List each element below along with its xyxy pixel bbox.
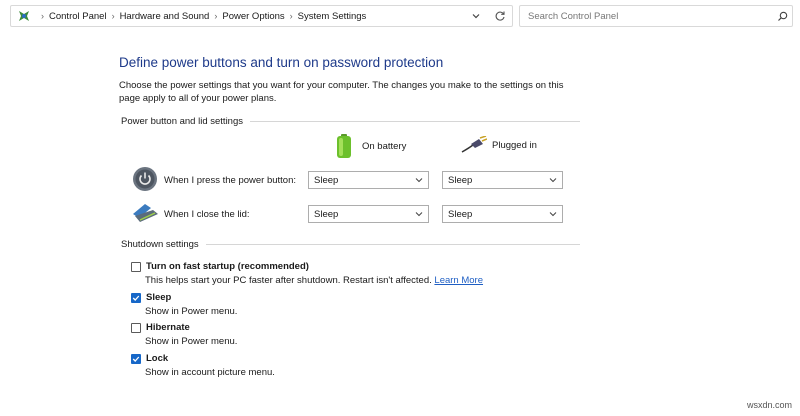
fast-startup-label: Turn on fast startup (recommended) — [146, 261, 309, 272]
group-divider — [250, 121, 580, 122]
chevron-down-icon — [415, 176, 423, 184]
laptop-lid-icon — [131, 200, 159, 226]
plug-icon — [461, 136, 487, 153]
refresh-icon — [495, 11, 505, 21]
chevron-down-icon — [415, 210, 423, 218]
power-button-plugged-value: Sleep — [448, 174, 473, 186]
breadcrumb-separator-icon: › — [214, 11, 218, 21]
breadcrumb-hardware-and-sound[interactable]: Hardware and Sound — [120, 11, 210, 22]
fast-startup-checkbox[interactable] — [131, 261, 141, 272]
breadcrumb-separator-icon: › — [289, 11, 293, 21]
control-panel-icon — [17, 9, 31, 23]
address-bar[interactable]: › Control Panel › Hardware and Sound › P… — [10, 5, 513, 27]
lid-battery-select[interactable]: Sleep — [308, 205, 429, 223]
sleep-description: Show in Power menu. — [145, 306, 238, 317]
checkmark-icon — [132, 295, 140, 301]
sleep-checkbox[interactable] — [131, 292, 141, 303]
hibernate-label: Hibernate — [146, 322, 190, 333]
power-settings-group-label: Power button and lid settings — [121, 116, 243, 127]
address-dropdown-button[interactable] — [464, 6, 488, 26]
group-divider — [206, 244, 580, 245]
lock-checkbox[interactable] — [131, 353, 141, 364]
chevron-down-icon — [549, 210, 557, 218]
fast-startup-desc-text: This helps start your PC faster after sh… — [145, 275, 432, 286]
power-button-icon — [132, 166, 158, 192]
refresh-button[interactable] — [488, 6, 512, 26]
power-button-plugged-select[interactable]: Sleep — [442, 171, 563, 189]
lid-plugged-select[interactable]: Sleep — [442, 205, 563, 223]
lock-option[interactable]: Lock — [131, 353, 168, 364]
shutdown-settings-group-label: Shutdown settings — [121, 239, 199, 250]
checkmark-icon — [132, 356, 140, 362]
fast-startup-description: This helps start your PC faster after sh… — [145, 275, 483, 286]
hibernate-checkbox[interactable] — [131, 322, 141, 333]
page-description: Choose the power settings that you want … — [119, 80, 564, 104]
watermark: wsxdn.com — [746, 400, 792, 410]
lid-plugged-value: Sleep — [448, 208, 473, 220]
plugged-in-label: Plugged in — [492, 139, 537, 151]
breadcrumb-separator-icon: › — [41, 11, 44, 21]
lock-label: Lock — [146, 353, 169, 364]
lid-row-label: When I close the lid: — [164, 209, 250, 220]
search-box[interactable] — [519, 5, 793, 27]
lock-description: Show in account picture menu. — [145, 367, 275, 378]
hibernate-option[interactable]: Hibernate — [131, 322, 190, 333]
search-input[interactable] — [526, 9, 772, 23]
sleep-option[interactable]: Sleep — [131, 292, 171, 303]
search-icon[interactable] — [772, 11, 792, 22]
chevron-down-icon — [472, 14, 480, 19]
breadcrumb-system-settings[interactable]: System Settings — [298, 11, 367, 22]
battery-icon — [337, 134, 351, 158]
power-button-battery-select[interactable]: Sleep — [308, 171, 429, 189]
on-battery-label: On battery — [362, 140, 407, 152]
chevron-down-icon — [549, 176, 557, 184]
breadcrumb-power-options[interactable]: Power Options — [222, 11, 284, 22]
breadcrumb-separator-icon: › — [111, 11, 115, 21]
lid-battery-value: Sleep — [314, 208, 339, 220]
learn-more-link[interactable]: Learn More — [434, 275, 483, 286]
column-plugged-in: Plugged in — [461, 136, 537, 154]
page-title: Define power buttons and turn on passwor… — [119, 55, 444, 70]
hibernate-description: Show in Power menu. — [145, 336, 238, 347]
fast-startup-option[interactable]: Turn on fast startup (recommended) — [131, 261, 309, 272]
power-button-battery-value: Sleep — [314, 174, 339, 186]
power-button-row-label: When I press the power button: — [164, 175, 297, 186]
column-on-battery: On battery — [334, 133, 406, 159]
sleep-label: Sleep — [146, 292, 172, 303]
breadcrumb-control-panel[interactable]: Control Panel — [49, 11, 107, 22]
